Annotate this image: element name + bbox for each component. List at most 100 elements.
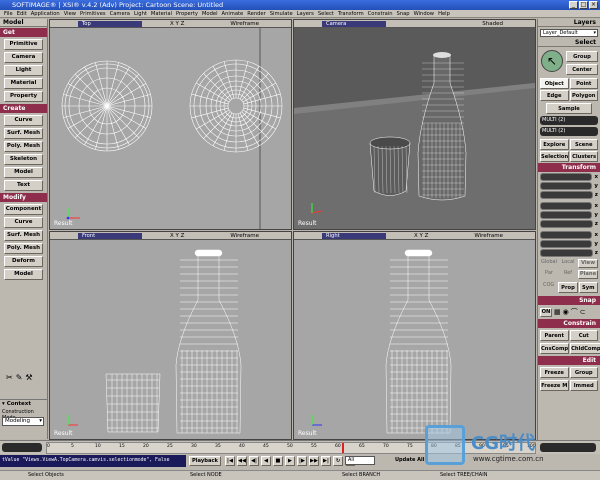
plane-toggle[interactable]: Plane	[578, 270, 598, 279]
menu-animate[interactable]: Animate	[222, 10, 244, 17]
update-all-label[interactable]: Update All	[395, 457, 424, 463]
modify-deform-button[interactable]: Deform	[4, 256, 43, 267]
close-button[interactable]: ×	[589, 1, 598, 9]
snap-on-toggle[interactable]: ON	[540, 307, 552, 317]
scissors-icon[interactable]: ✂	[6, 373, 13, 385]
viewport-camera-canvas[interactable]: Result	[294, 28, 535, 229]
context-header[interactable]: ▾ Context	[0, 399, 48, 407]
viewport-camera-menu[interactable]: Camera	[322, 21, 386, 27]
camera-button[interactable]: Camera	[4, 52, 43, 63]
construction-mode-select[interactable]: Modeling ▾	[2, 417, 44, 426]
timeline-start-field[interactable]	[2, 443, 42, 452]
model-tab[interactable]: Model	[0, 19, 47, 27]
timeline-playhead[interactable]	[342, 443, 344, 453]
play-forward-icon[interactable]: ▶	[285, 456, 295, 466]
modify-curve-button[interactable]: Curve	[4, 217, 43, 228]
view-toggle[interactable]: View	[578, 259, 598, 268]
translate-x-field[interactable]	[540, 231, 593, 239]
cnscomp-button[interactable]: CnsComp	[540, 343, 570, 354]
viewport-front-axes[interactable]: X Y Z	[170, 232, 184, 240]
cut-button[interactable]: Cut	[569, 330, 598, 341]
freeze-button[interactable]: Freeze	[540, 367, 569, 378]
viewport-top-camera-menu[interactable]: Top	[78, 21, 142, 27]
translate-z-field[interactable]	[540, 249, 593, 257]
prop-button[interactable]: Prop	[558, 282, 578, 293]
menu-file[interactable]: File	[4, 10, 13, 17]
menu-material[interactable]: Material	[151, 10, 172, 17]
minimize-button[interactable]: _	[569, 1, 578, 9]
childcomp-button[interactable]: ChldComp	[570, 343, 600, 354]
viewport-top-axes[interactable]: X Y Z	[170, 20, 184, 28]
create-curve-button[interactable]: Curve	[4, 115, 43, 126]
edge-button[interactable]: Edge	[540, 90, 569, 101]
playback-scope-select[interactable]: All	[345, 456, 375, 465]
menu-property[interactable]: Property	[176, 10, 198, 17]
scale-y-field[interactable]	[540, 182, 593, 190]
object-button[interactable]: Object	[540, 78, 569, 89]
next-frame-icon[interactable]: |▶	[297, 456, 307, 466]
menu-help[interactable]: Help	[438, 10, 450, 17]
next-key-icon[interactable]: ▶▶	[309, 456, 319, 466]
layer-select[interactable]: Layer_Default ▾	[540, 29, 598, 37]
viewport-right-axes[interactable]: X Y Z	[414, 232, 428, 240]
menu-light[interactable]: Light	[134, 10, 147, 17]
viewport-top[interactable]: Top X Y Z Wireframe Result	[49, 19, 292, 230]
pen-icon[interactable]: ✎	[16, 373, 23, 385]
rotate-x-field[interactable]	[540, 202, 593, 210]
ref-toggle[interactable]: Ref	[559, 270, 577, 279]
viewport-right-canvas[interactable]: Result	[294, 240, 535, 439]
viewport-camera-display-mode[interactable]: Shaded	[482, 20, 503, 28]
viewport-right[interactable]: Right X Y Z Wireframe Result	[293, 231, 536, 440]
viewport-front-canvas[interactable]: Result	[50, 240, 291, 439]
selection-field-2[interactable]: MULTI (2)	[540, 127, 598, 136]
rotate-y-field[interactable]	[540, 211, 593, 219]
viewport-front[interactable]: Front X Y Z Wireframe Result	[49, 231, 292, 440]
menu-snap[interactable]: Snap	[397, 10, 410, 17]
center-button[interactable]: Center	[566, 64, 598, 75]
cog-toggle[interactable]: COG	[540, 282, 557, 293]
create-model-button[interactable]: Model	[4, 167, 43, 178]
create-surf-mesh-button[interactable]: Surf. Mesh	[4, 128, 43, 139]
viewport-front-display-mode[interactable]: Wireframe	[230, 232, 259, 240]
menu-select[interactable]: Select	[318, 10, 334, 17]
modify-surf-mesh-button[interactable]: Surf. Mesh	[4, 230, 43, 241]
viewport-top-canvas[interactable]: Result	[50, 28, 291, 229]
modify-component-button[interactable]: Component	[4, 204, 43, 215]
create-skeleton-button[interactable]: Skeleton	[4, 154, 43, 165]
menu-constrain[interactable]: Constrain	[368, 10, 393, 17]
play-backward-icon[interactable]: ◀	[261, 456, 271, 466]
prev-key-icon[interactable]: ◀◀	[237, 456, 247, 466]
maximize-button[interactable]: □	[579, 1, 588, 9]
menu-layers[interactable]: Layers	[297, 10, 314, 17]
stop-icon[interactable]: ■	[273, 456, 283, 466]
script-command-line[interactable]: tValue "Views.ViewA.TopCamera.camvis.sel…	[0, 455, 186, 467]
scale-x-field[interactable]	[540, 173, 593, 181]
material-button[interactable]: Material	[4, 78, 43, 89]
property-button[interactable]: Property	[4, 91, 43, 102]
modify-poly-mesh-button[interactable]: Poly. Mesh	[4, 243, 43, 254]
translate-y-field[interactable]	[540, 240, 593, 248]
playback-button[interactable]: Playback	[189, 456, 221, 466]
menu-view[interactable]: View	[64, 10, 76, 17]
scene-button[interactable]: Scene	[569, 139, 598, 150]
last-frame-icon[interactable]: ▶|	[321, 456, 331, 466]
parent-button[interactable]: Parent	[540, 330, 569, 341]
viewport-front-camera-menu[interactable]: Front	[78, 233, 142, 239]
menu-application[interactable]: Application	[31, 10, 60, 17]
clusters-button[interactable]: Clusters	[570, 151, 598, 162]
sample-button[interactable]: Sample	[546, 103, 592, 114]
selection-field-1[interactable]: MULTI (2)	[540, 116, 598, 125]
edit-group-button[interactable]: Group	[569, 367, 598, 378]
select-arrow-icon[interactable]: ↖	[541, 50, 563, 72]
create-poly-mesh-button[interactable]: Poly. Mesh	[4, 141, 43, 152]
menu-edit[interactable]: Edit	[17, 10, 27, 17]
snap-point-icon[interactable]: ◉	[563, 308, 569, 316]
scale-z-field[interactable]	[540, 191, 593, 199]
explore-button[interactable]: Explore	[540, 139, 569, 150]
group-button[interactable]: Group	[566, 51, 598, 62]
light-button[interactable]: Light	[4, 65, 43, 76]
viewport-top-display-mode[interactable]: Wireframe	[230, 20, 259, 28]
selection-button[interactable]: Selection	[540, 151, 570, 162]
wrench-icon[interactable]: ⚒	[25, 373, 32, 385]
global-toggle[interactable]: Global	[540, 259, 558, 268]
